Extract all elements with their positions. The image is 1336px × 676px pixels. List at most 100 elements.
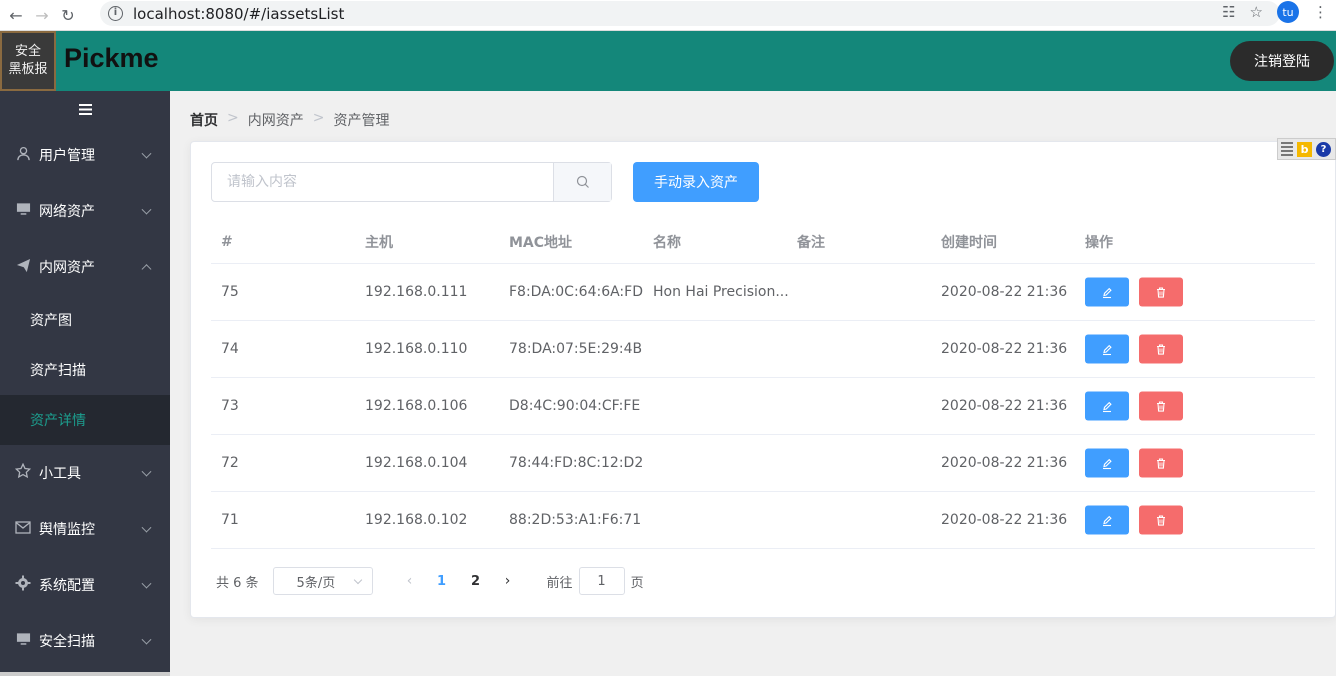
delete-button[interactable] [1139,391,1183,421]
goto-page: 前往 1 页 [547,567,644,595]
trash-icon [1157,515,1165,526]
sidebar-subitem-asset-map[interactable]: 资产图 [0,295,170,345]
address-bar[interactable]: i localhost:8080/#/iassetsList [100,1,1280,26]
trash-icon [1157,344,1165,355]
help-icon[interactable]: ? [1316,141,1331,157]
back-icon[interactable]: ← [3,2,29,28]
chevron-up-icon [141,264,152,275]
goto-page-input[interactable]: 1 [578,567,625,595]
sidebar-item-tools[interactable]: 小工具 [0,445,170,501]
search-button[interactable] [553,163,611,201]
breadcrumb-separator-icon: > [227,110,239,126]
extension-toolbar: b ? [1277,138,1336,160]
cell-host: 192.168.0.106 [365,398,468,414]
monitor-icon [14,202,32,220]
edit-button[interactable] [1085,391,1129,421]
search-icon [576,175,589,188]
trash-icon [1157,287,1165,298]
sidebar-item-label: 系统配置 [39,578,95,594]
delete-button[interactable] [1139,334,1183,364]
main-content: 首页 > 内网资产 > 资产管理 手动录入资产 # 主机 MAC地址 名称 备注… [170,91,1336,676]
delete-button[interactable] [1139,448,1183,478]
chevron-down-icon [141,578,152,589]
cell-id: 72 [221,455,239,471]
table-row: 75 192.168.0.111 F8:DA:0C:64:6A:FD Hon Hai … [211,264,1315,321]
edit-button[interactable] [1085,505,1129,535]
cell-created: 2020-08-22 21:36 [941,512,1068,528]
edit-button[interactable] [1085,277,1129,307]
cell-host: 192.168.0.110 [365,341,468,357]
trash-icon [1157,401,1165,412]
delete-button[interactable] [1139,505,1183,535]
edit-button[interactable] [1085,448,1129,478]
search-input[interactable] [212,163,553,201]
sidebar-item-label: 网络资产 [39,204,95,220]
cell-created: 2020-08-22 21:36 [941,455,1068,471]
row-actions [1085,391,1183,421]
sidebar-subitem-asset-scan[interactable]: 资产扫描 [0,345,170,395]
cell-created: 2020-08-22 21:36 [941,341,1068,357]
horizontal-scrollbar[interactable] [0,672,170,676]
next-page-icon[interactable]: › [493,573,523,589]
url-text[interactable]: localhost:8080/#/iassetsList [133,5,344,23]
pagination-total: 共 6 条 [216,575,259,591]
sidebar-item-label: 小工具 [39,466,81,482]
cell-host: 192.168.0.111 [365,284,468,300]
drag-handle-icon[interactable] [1281,142,1293,156]
bookmark-star-icon[interactable]: ☆ [1250,3,1263,21]
monitor-icon [14,632,32,650]
page-number[interactable]: 1 [425,574,459,589]
sidebar-item-label: 舆情监控 [39,522,95,538]
table-body: 75 192.168.0.111 F8:DA:0C:64:6A:FD Hon Hai … [211,264,1315,549]
cell-mac: 78:44:FD:8C:12:D2 [509,455,644,471]
collapse-menu-icon[interactable] [0,91,170,127]
page-number[interactable]: 2 [459,574,493,589]
cell-mac: F8:DA:0C:64:6A:FD [509,284,643,300]
kebab-menu-icon[interactable]: ⋮ [1313,3,1328,21]
bing-icon[interactable]: b [1297,141,1312,157]
sidebar-item-user-management[interactable]: 用户管理 [0,127,170,183]
cell-host: 192.168.0.104 [365,455,468,471]
page-size-select[interactable]: 5条/页 [272,567,373,595]
logo-text-line1: 安全 [14,44,41,59]
chevron-down-icon [141,466,152,477]
logout-button[interactable]: 注销登陆 [1230,41,1334,81]
table-row: 74 192.168.0.110 78:DA:07:5E:29:4B 2020-08-… [211,321,1315,378]
sidebar-item-system-config[interactable]: 系统配置 [0,557,170,613]
trash-icon [1157,458,1165,469]
sidebar-item-security-scan[interactable]: 安全扫描 [0,613,170,669]
sidebar-item-network-assets[interactable]: 网络资产 [0,183,170,239]
edit-button[interactable] [1085,334,1129,364]
translate-icon[interactable]: ☷ [1222,3,1235,21]
sidebar-item-label: 内网资产 [39,260,95,276]
chevron-down-icon [141,204,152,215]
chevron-down-icon [141,634,152,645]
sidebar-item-label: 安全扫描 [39,634,95,650]
chevron-down-icon [353,575,362,585]
column-header: MAC地址 [509,235,573,251]
paper-plane-icon [14,258,32,277]
forward-icon[interactable]: → [29,2,55,28]
sidebar-subitem-asset-details[interactable]: 资产详情 [0,395,170,445]
brand-title: Pickme [64,43,159,73]
cell-id: 71 [221,512,239,528]
cell-created: 2020-08-22 21:36 [941,284,1068,300]
edit-icon [1103,458,1112,469]
sidebar: 用户管理 网络资产 内网资产 资产图 资产扫描 资产详情 小工具 舆情监控 系统… [0,91,170,676]
info-icon[interactable]: i [108,6,123,21]
goto-suffix: 页 [630,575,644,591]
breadcrumb-home[interactable]: 首页 [190,110,218,130]
table-row: 72 192.168.0.104 78:44:FD:8C:12:D2 2020-08-… [211,435,1315,492]
user-icon [14,146,32,165]
edit-icon [1103,401,1112,412]
sidebar-item-sentiment-monitor[interactable]: 舆情监控 [0,501,170,557]
reload-icon[interactable]: ↻ [55,2,81,28]
edit-icon [1103,515,1112,526]
column-header: 主机 [365,235,393,251]
delete-button[interactable] [1139,277,1183,307]
profile-avatar[interactable]: tu [1277,1,1299,23]
prev-page-icon[interactable]: ‹ [395,573,425,589]
column-header: 操作 [1085,235,1113,251]
add-asset-button[interactable]: 手动录入资产 [633,162,759,202]
sidebar-item-intranet-assets[interactable]: 内网资产 [0,239,170,295]
